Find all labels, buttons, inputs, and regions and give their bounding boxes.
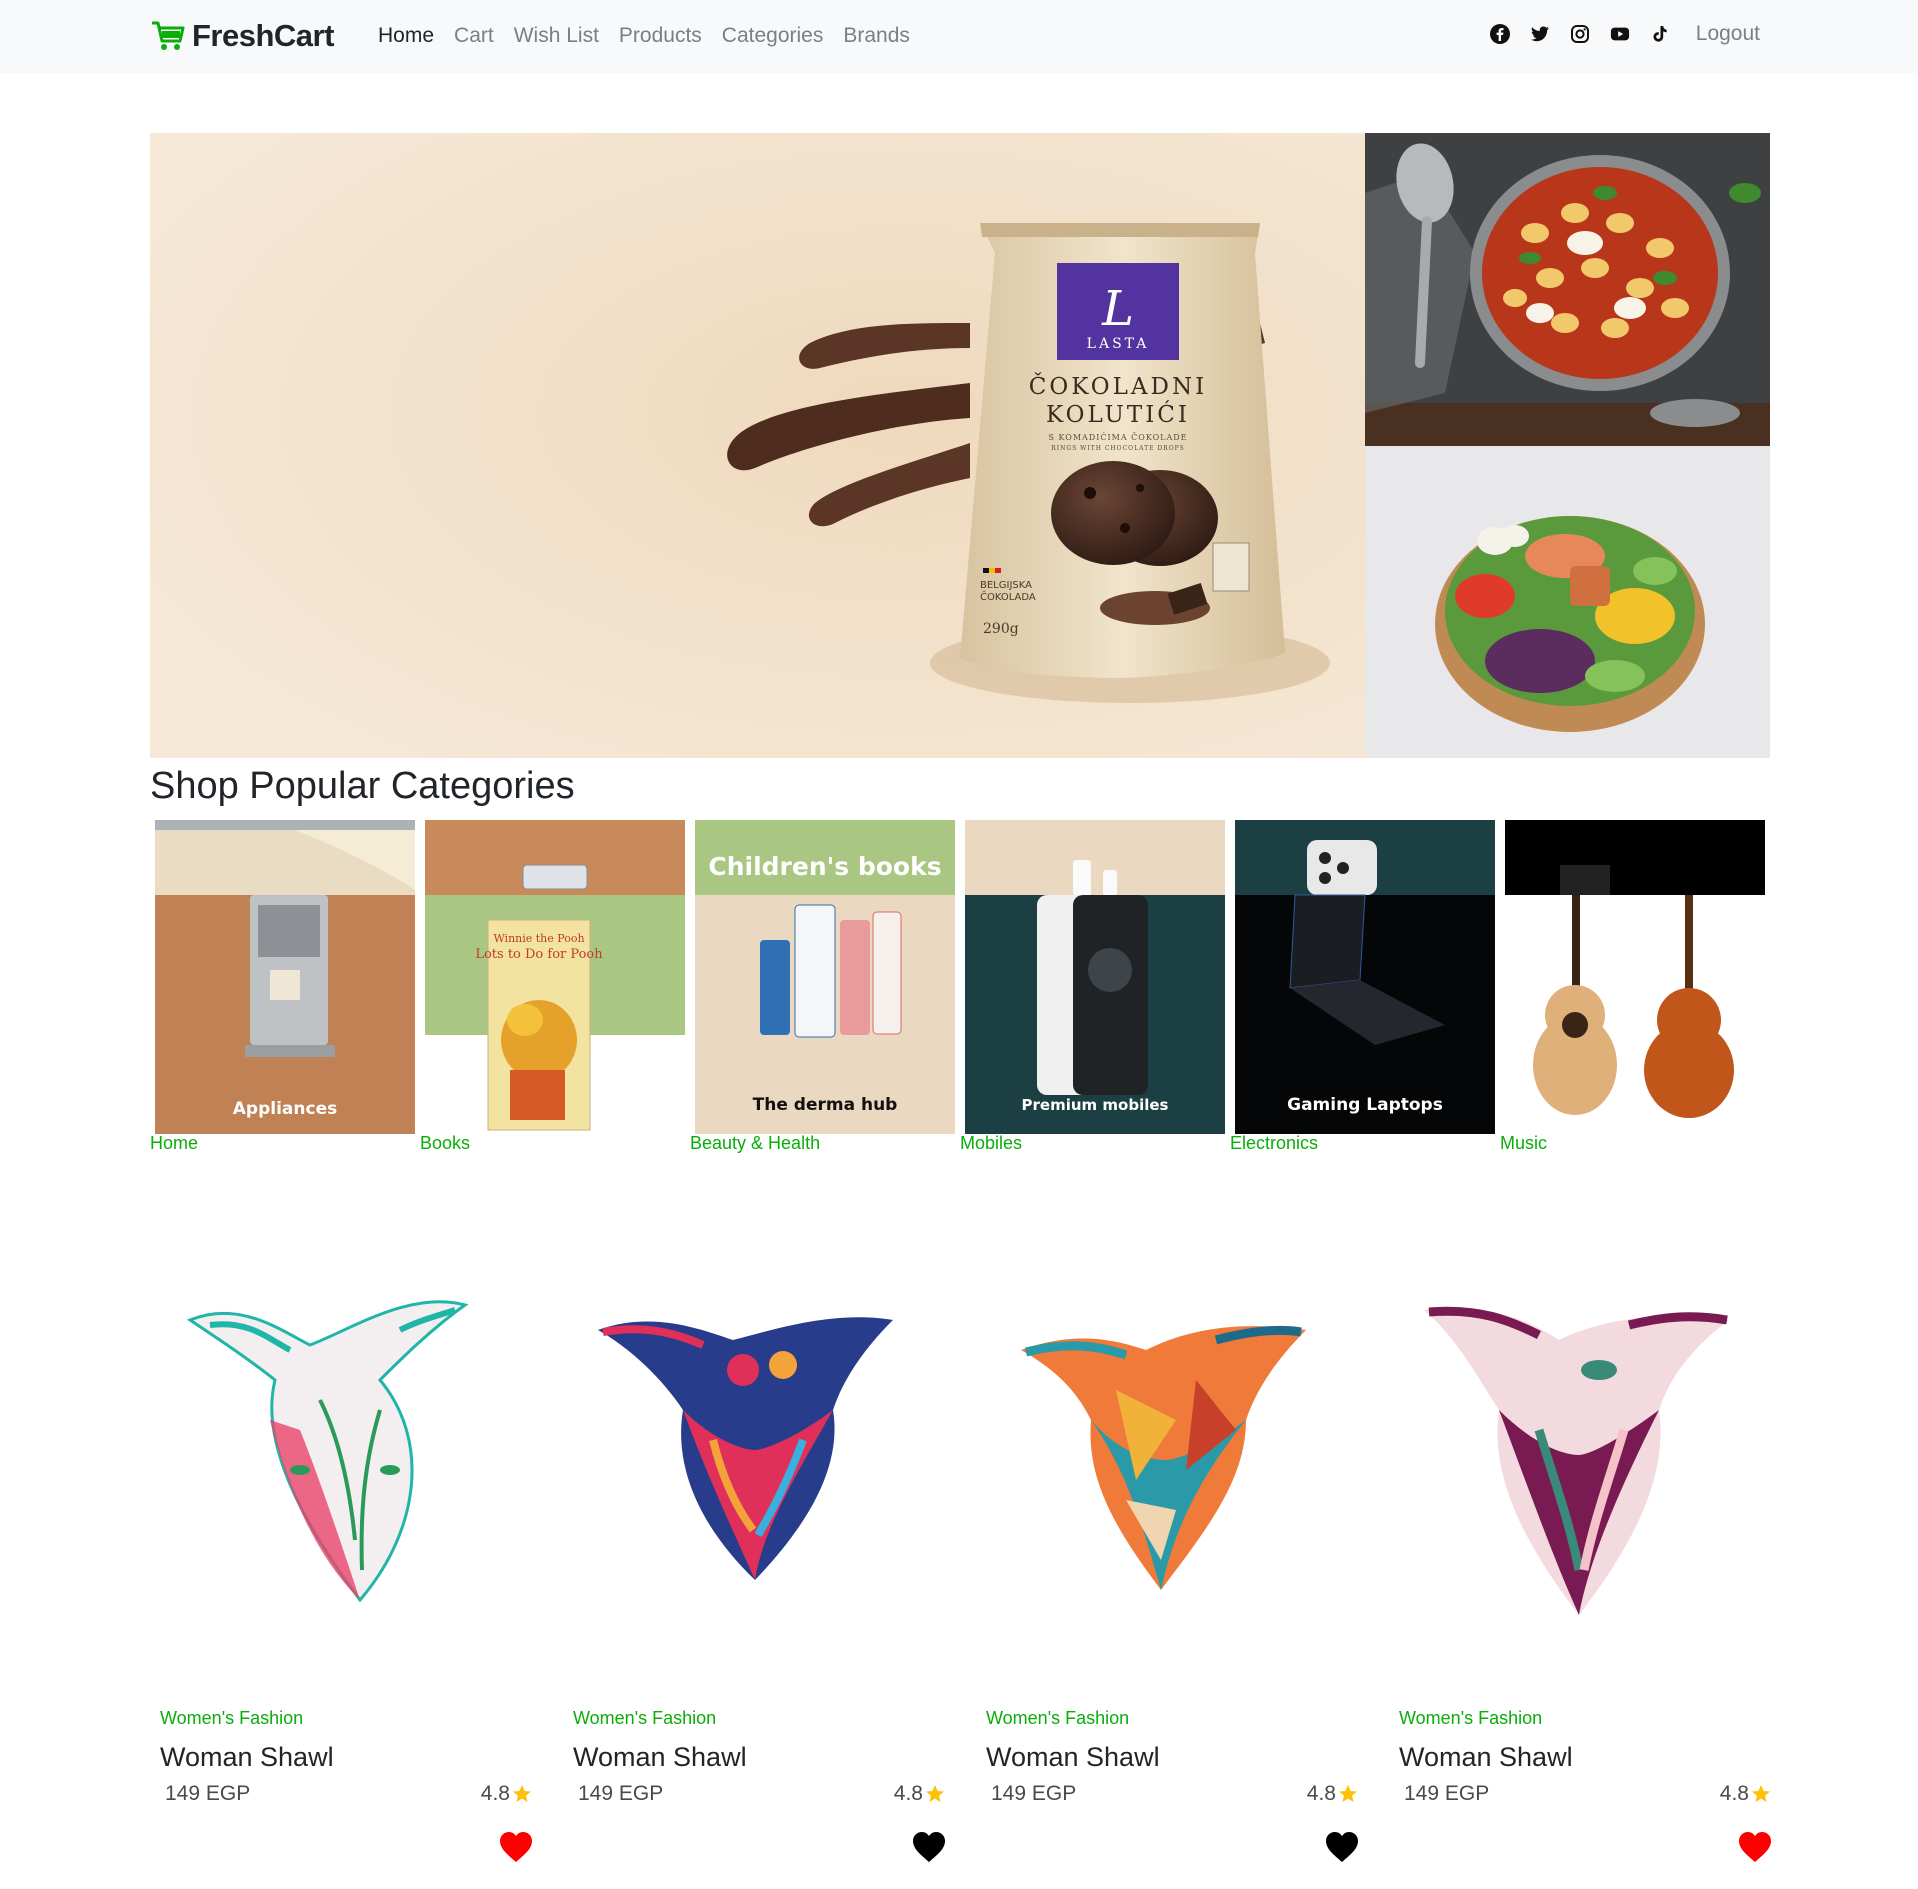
navbar: FreshCart Home Cart Wish List Products C… bbox=[0, 0, 1918, 73]
category-caption: Appliances bbox=[233, 1099, 337, 1119]
nav-links: Home Cart Wish List Products Categories … bbox=[378, 24, 910, 48]
product-category: Women's Fashion bbox=[160, 1708, 304, 1728]
star-icon bbox=[1752, 1785, 1770, 1802]
category-caption: Gaming Laptops bbox=[1287, 1095, 1443, 1115]
hero-product-name-1: ČOKOLADNI bbox=[1029, 373, 1207, 400]
category-image: Winnie the Pooh Lots to Do for Pooh bbox=[425, 820, 685, 1134]
category-banner: Children's books bbox=[708, 852, 941, 881]
heart-icon[interactable] bbox=[1737, 1830, 1773, 1864]
product-title: Woman Shawl bbox=[573, 1742, 747, 1772]
book-title-2: Lots to Do for Pooh bbox=[475, 947, 603, 962]
product-image bbox=[150, 1270, 542, 1650]
category-card-electronics[interactable]: Gaming Laptops bbox=[1235, 820, 1495, 1134]
nav-link-brands[interactable]: Brands bbox=[843, 24, 910, 48]
product-card[interactable]: Women's Fashion Woman Shawl 149 EGP 4.8 bbox=[563, 1270, 955, 1870]
instagram-icon[interactable] bbox=[1570, 24, 1590, 44]
category-image: Gaming Laptops bbox=[1235, 820, 1495, 1134]
youtube-icon[interactable] bbox=[1610, 24, 1630, 44]
category-caption: The derma hub bbox=[753, 1095, 898, 1115]
hero-side-image-top bbox=[1365, 133, 1770, 446]
product-image bbox=[1389, 1270, 1781, 1650]
hero-slider[interactable]: L LASTA ČOKOLADNI KOLUTIĆI S KOMADIĆIMA … bbox=[150, 133, 1365, 758]
category-card-mobiles[interactable]: Premium mobiles bbox=[965, 820, 1225, 1134]
hero-side-image-bottom bbox=[1365, 446, 1770, 758]
product-price: 149 EGP bbox=[1404, 1782, 1490, 1805]
product-image bbox=[563, 1270, 955, 1650]
section-title: Shop Popular Categories bbox=[150, 765, 575, 807]
product-price: 149 EGP bbox=[165, 1782, 251, 1805]
hero-product-sub-1: S KOMADIĆIMA ČOKOLADE bbox=[1048, 433, 1187, 442]
hero-origin-1: BELGIJSKA bbox=[980, 580, 1032, 591]
book-title-1: Winnie the Pooh bbox=[493, 932, 584, 945]
svg-text:L: L bbox=[1101, 281, 1134, 337]
category-card-music[interactable] bbox=[1505, 820, 1765, 1134]
product-category: Women's Fashion bbox=[986, 1708, 1130, 1728]
category-name-beauty-health[interactable]: Beauty & Health bbox=[690, 1133, 820, 1154]
category-name-books[interactable]: Books bbox=[420, 1133, 470, 1154]
rating-value: 4.8 bbox=[480, 1782, 510, 1805]
category-name-electronics[interactable]: Electronics bbox=[1230, 1133, 1318, 1154]
hero-product-sub-2: RINGS WITH CHOCOLATE DROPS bbox=[1051, 445, 1185, 452]
rating-value: 4.8 bbox=[1306, 1782, 1336, 1805]
cart-logo-icon bbox=[152, 21, 185, 50]
hero-product-image: L LASTA ČOKOLADNI KOLUTIĆI S KOMADIĆIMA … bbox=[150, 133, 1365, 758]
star-icon bbox=[926, 1785, 944, 1802]
category-caption: Premium mobiles bbox=[1022, 1096, 1169, 1114]
rating-value: 4.8 bbox=[893, 1782, 923, 1805]
nav-link-products[interactable]: Products bbox=[619, 24, 702, 48]
category-name-music[interactable]: Music bbox=[1500, 1133, 1547, 1154]
hero-weight: 290g bbox=[983, 621, 1019, 637]
product-category: Women's Fashion bbox=[1399, 1708, 1543, 1728]
product-category: Women's Fashion bbox=[573, 1708, 717, 1728]
gnocchi-image bbox=[1365, 133, 1770, 446]
product-rating: 4.8 bbox=[1720, 1782, 1771, 1806]
hero-brand-text: LASTA bbox=[1087, 336, 1150, 352]
product-price: 149 EGP bbox=[578, 1782, 664, 1805]
hero-origin-2: ČOKOLADA bbox=[980, 590, 1036, 603]
tiktok-icon[interactable] bbox=[1650, 24, 1670, 44]
nav-link-categories[interactable]: Categories bbox=[722, 24, 824, 48]
hero-product-name-2: KOLUTIĆI bbox=[1046, 401, 1190, 428]
product-rating: 4.8 bbox=[481, 1782, 532, 1806]
product-card[interactable]: Women's Fashion Woman Shawl 149 EGP 4.8 bbox=[976, 1270, 1368, 1870]
star-icon bbox=[513, 1785, 531, 1802]
category-card-home[interactable]: Appliances bbox=[155, 820, 415, 1134]
logout-link[interactable]: Logout bbox=[1696, 22, 1760, 46]
product-rating: 4.8 bbox=[894, 1782, 945, 1806]
category-image: Premium mobiles bbox=[965, 820, 1225, 1134]
nav-link-cart[interactable]: Cart bbox=[454, 24, 494, 48]
category-image bbox=[1505, 820, 1765, 1134]
product-price: 149 EGP bbox=[991, 1782, 1077, 1805]
category-card-beauty-health[interactable]: Children's books The derma hub bbox=[695, 820, 955, 1134]
nav-right: Logout bbox=[1489, 22, 1760, 46]
heart-icon[interactable] bbox=[1324, 1830, 1360, 1864]
category-name-home[interactable]: Home bbox=[150, 1133, 198, 1154]
star-icon bbox=[1339, 1785, 1357, 1802]
category-image: Children's books The derma hub bbox=[695, 820, 955, 1134]
category-image: Appliances bbox=[155, 820, 415, 1134]
product-card[interactable]: Women's Fashion Woman Shawl 149 EGP 4.8 bbox=[1389, 1270, 1781, 1870]
product-title: Woman Shawl bbox=[986, 1742, 1160, 1772]
nav-link-home[interactable]: Home bbox=[378, 24, 434, 48]
product-card[interactable]: Women's Fashion Woman Shawl 149 EGP 4.8 bbox=[150, 1270, 542, 1870]
nav-link-wish-list[interactable]: Wish List bbox=[514, 24, 599, 48]
heart-icon[interactable] bbox=[498, 1830, 534, 1864]
heart-icon[interactable] bbox=[911, 1830, 947, 1864]
product-image bbox=[976, 1270, 1368, 1650]
salad-bowl-image bbox=[1365, 446, 1770, 758]
category-card-books[interactable]: Winnie the Pooh Lots to Do for Pooh bbox=[425, 820, 685, 1134]
facebook-icon[interactable] bbox=[1489, 24, 1510, 44]
twitter-icon[interactable] bbox=[1530, 24, 1550, 44]
brand-name: FreshCart bbox=[192, 18, 334, 53]
product-title: Woman Shawl bbox=[160, 1742, 334, 1772]
product-title: Woman Shawl bbox=[1399, 1742, 1573, 1772]
rating-value: 4.8 bbox=[1719, 1782, 1749, 1805]
category-name-mobiles[interactable]: Mobiles bbox=[960, 1133, 1022, 1154]
brand-logo[interactable]: FreshCart bbox=[150, 18, 334, 54]
product-rating: 4.8 bbox=[1307, 1782, 1358, 1806]
